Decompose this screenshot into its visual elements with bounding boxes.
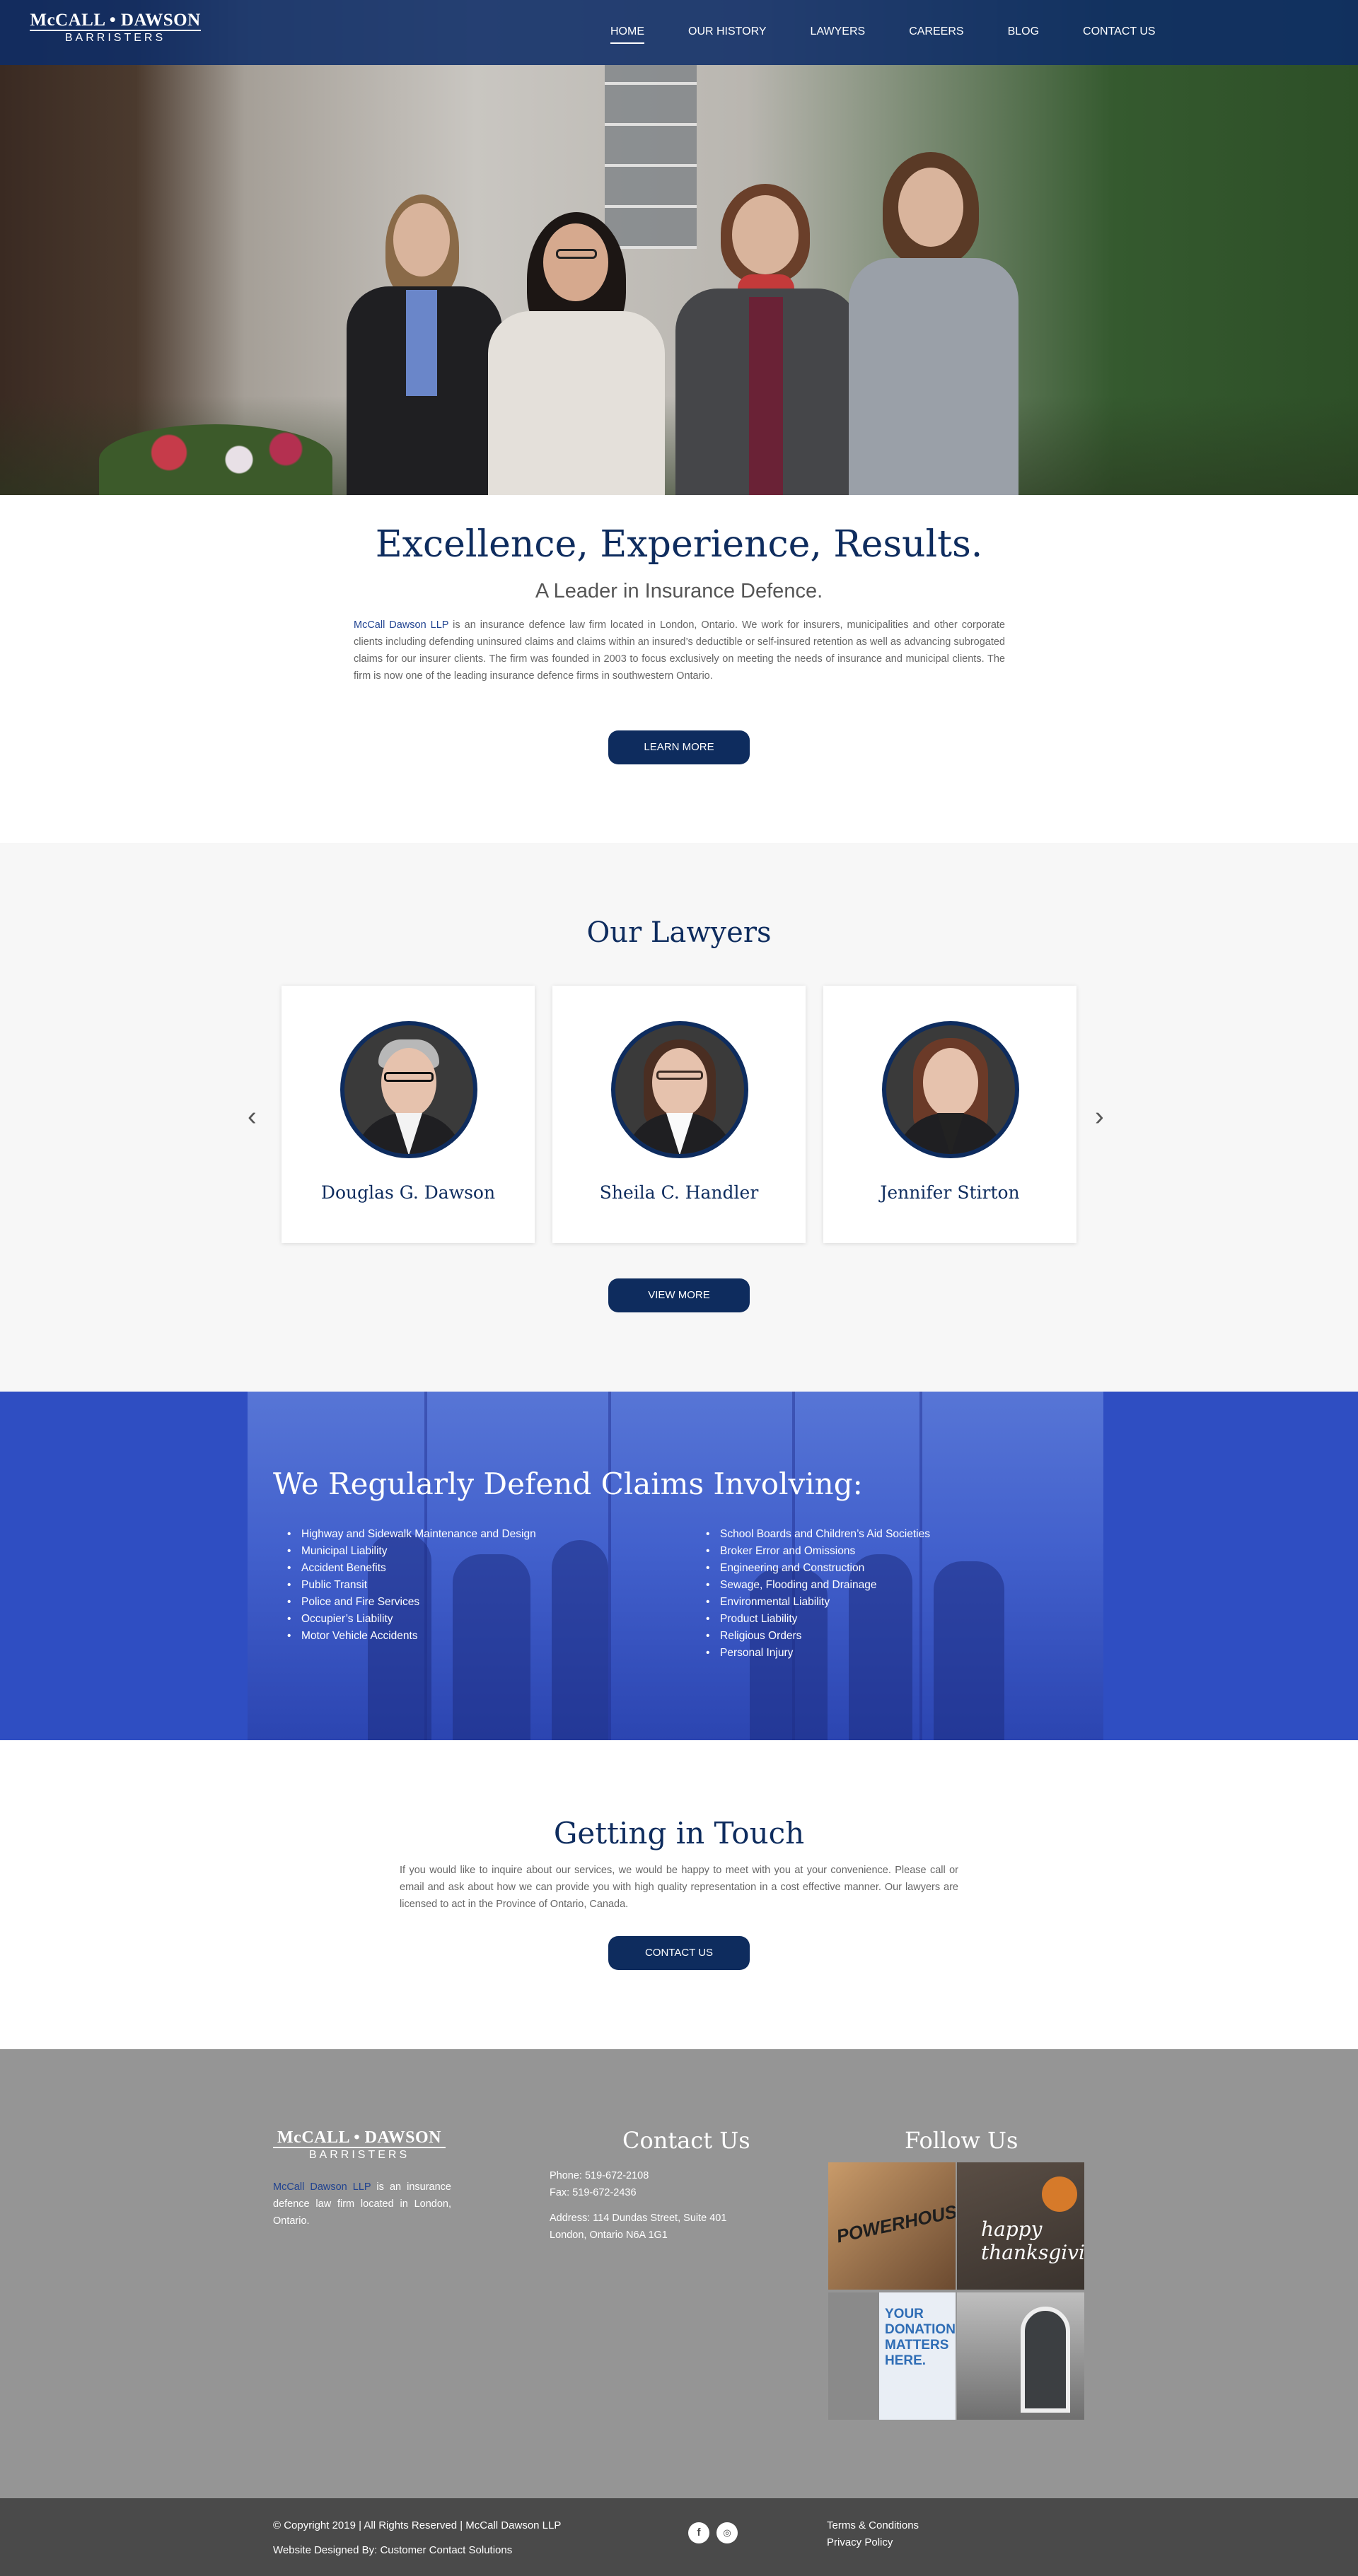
bottom-bar: © Copyright 2019 | All Rights Reserved |… [0,2498,1358,2576]
claim-item: Municipal Liability [286,1543,536,1560]
intro-subtitle: A Leader in Insurance Defence. [535,580,823,602]
instagram-post[interactable] [957,2292,1084,2420]
intro-paragraph: McCall Dawson LLP is an insurance defenc… [354,617,1005,684]
hero-person [675,184,859,495]
claims-title: We Regularly Defend Claims Involving: [273,1467,863,1501]
claim-item: Broker Error and Omissions [704,1543,930,1560]
nav-blog[interactable]: BLOG [1008,25,1039,44]
main-nav: HOME OUR HISTORY LAWYERS CAREERS BLOG CO… [610,25,1200,44]
claim-item: Personal Injury [704,1645,930,1662]
view-more-button[interactable]: VIEW MORE [608,1278,750,1312]
footer-logo-name: McCALL • DAWSON [277,2128,441,2147]
lawyer-photo [882,1021,1019,1158]
claim-item: Motor Vehicle Accidents [286,1628,536,1645]
lawyers-title: Our Lawyers [586,916,772,949]
hero-image [0,0,1358,495]
footer-fax: Fax: 519-672-2436 [550,2187,637,2198]
nav-our-history[interactable]: OUR HISTORY [688,25,767,44]
hero-person [849,152,1018,495]
claim-item: Religious Orders [704,1628,930,1645]
instagram-icon[interactable]: ◎ [716,2522,738,2543]
claims-list-left: Highway and Sidewalk Maintenance and Des… [286,1526,536,1645]
learn-more-button[interactable]: LEARN MORE [608,730,750,764]
privacy-link[interactable]: Privacy Policy [827,2536,893,2548]
contact-us-button[interactable]: CONTACT US [608,1936,750,1970]
hero-flowers [99,424,332,495]
chevron-left-icon[interactable]: ‹ [248,1102,257,1132]
footer-firm-link[interactable]: McCall Dawson LLP [273,2181,371,2193]
nav-contact-us[interactable]: CONTACT US [1083,25,1156,44]
claim-item: Highway and Sidewalk Maintenance and Des… [286,1526,536,1543]
instagram-post[interactable]: happy thanksgiving [957,2162,1084,2290]
claim-item: Sewage, Flooding and Drainage [704,1577,930,1594]
nav-home[interactable]: HOME [610,25,644,44]
claim-item: Product Liability [704,1611,930,1628]
site-footer: McCALL • DAWSON BARRISTERS McCall Dawson… [0,2049,1358,2498]
site-header: McCALL • DAWSON BARRISTERS HOME OUR HIST… [0,0,1358,65]
nav-lawyers[interactable]: LAWYERS [811,25,866,44]
claims-section: We Regularly Defend Claims Involving: Hi… [0,1392,1358,1740]
nav-careers[interactable]: CAREERS [909,25,963,44]
lawyer-photo [340,1021,477,1158]
footer-phone[interactable]: Phone: 519-672-2108 [550,2167,726,2184]
lawyer-name[interactable]: Sheila C. Handler [552,1182,806,1203]
footer-address-line-2: London, Ontario N6A 1G1 [550,2230,668,2241]
chevron-right-icon[interactable]: › [1095,1102,1104,1132]
claim-item: Public Transit [286,1577,536,1594]
lawyers-section: Our Lawyers ‹ Douglas G. Dawson Sheila C… [0,843,1358,1392]
claim-item: Engineering and Construction [704,1560,930,1577]
claims-list-right: School Boards and Children’s Aid Societi… [704,1526,930,1662]
designed-by-link[interactable]: Website Designed By: Customer Contact So… [273,2544,512,2556]
claim-item: Environmental Liability [704,1594,930,1611]
claim-item: School Boards and Children’s Aid Societi… [704,1526,930,1543]
claim-item: Occupier’s Liability [286,1611,536,1628]
firm-name-link[interactable]: McCall Dawson LLP [354,619,448,631]
hero-person [347,194,502,495]
intro-body: is an insurance defence law firm located… [354,619,1005,682]
facebook-icon[interactable]: f [688,2522,709,2543]
footer-follow-title: Follow Us [905,2127,1018,2154]
touch-title: Getting in Touch [553,1816,805,1851]
lawyer-photo [611,1021,748,1158]
instagram-post[interactable]: YOUR DONATION MATTERS HERE. [828,2292,956,2420]
footer-contact-title: Contact Us [622,2127,750,2154]
footer-address-line-1: Address: 114 Dundas Street, Suite 401 [550,2213,727,2224]
site-logo[interactable]: McCALL • DAWSON BARRISTERS [30,11,201,45]
copyright-text: © Copyright 2019 | All Rights Reserved |… [273,2519,562,2531]
claim-item: Police and Fire Services [286,1594,536,1611]
instagram-post[interactable]: POWERHOUSE [828,2162,956,2290]
footer-about: McCall Dawson LLP is an insurance defenc… [273,2181,452,2227]
logo-name: McCALL • DAWSON [30,11,201,30]
lawyer-card[interactable]: Douglas G. Dawson [282,986,535,1243]
lawyer-card[interactable]: Sheila C. Handler [552,986,806,1243]
footer-contact-info: Phone: 519-672-2108 Fax: 519-672-2436 Ad… [550,2167,726,2244]
footer-logo[interactable]: McCALL • DAWSON BARRISTERS [273,2128,446,2162]
terms-link[interactable]: Terms & Conditions [827,2519,919,2531]
touch-paragraph: If you would like to inquire about our s… [400,1865,958,1910]
footer-logo-tagline: BARRISTERS [308,2149,410,2161]
lawyer-card[interactable]: Jennifer Stirton [823,986,1076,1243]
intro-title: Excellence, Experience, Results. [375,523,983,566]
hero-person [488,212,665,495]
lawyer-name[interactable]: Jennifer Stirton [823,1182,1076,1203]
lawyer-name[interactable]: Douglas G. Dawson [282,1182,535,1203]
claim-item: Accident Benefits [286,1560,536,1577]
logo-tagline: BARRISTERS [64,32,166,44]
